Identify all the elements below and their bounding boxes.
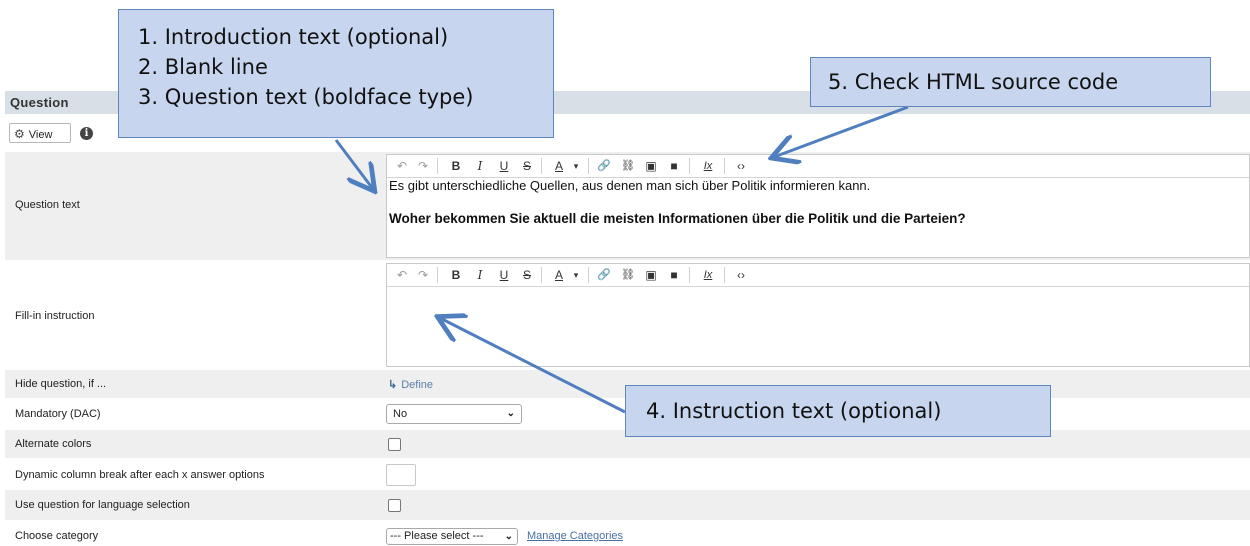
arrow-to-fill-in — [440, 318, 626, 414]
callout-source-code: 5. Check HTML source code — [810, 57, 1211, 107]
callout-line-blank: 2. Blank line — [138, 55, 268, 79]
arrow-to-question-text — [334, 139, 373, 189]
callout-line-question: 3. Question text (boldface type) — [138, 85, 474, 109]
callout-question-structure: 1. Introduction text (optional) 2. Blank… — [118, 9, 554, 138]
arrow-to-source-code — [774, 105, 909, 157]
callout-instruction: 4. Instruction text (optional) — [625, 385, 1051, 437]
callout-line-intro: 1. Introduction text (optional) — [138, 25, 449, 49]
